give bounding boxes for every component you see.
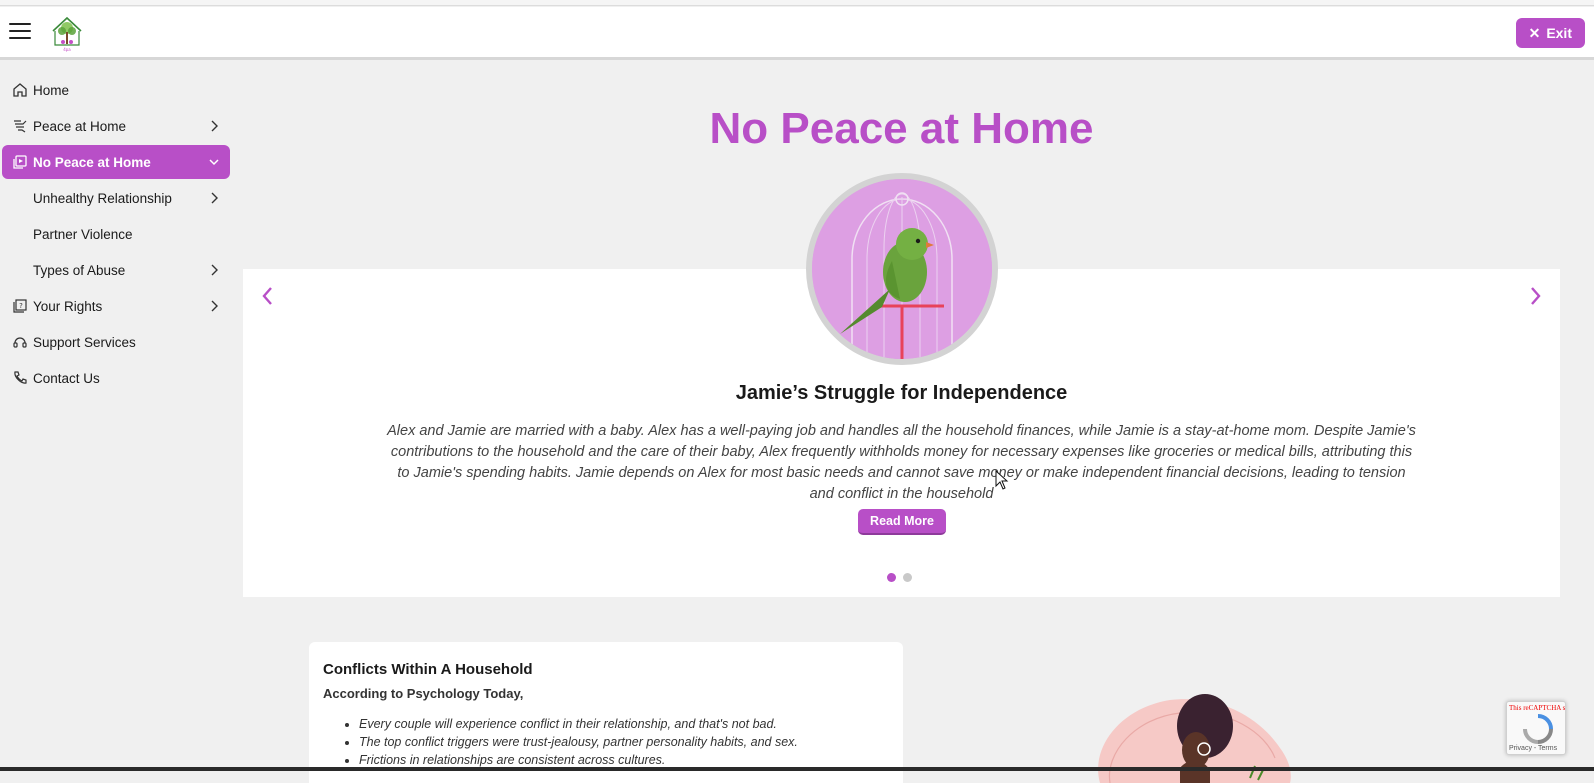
sidebar-item-unhealthy-relationship[interactable]: Unhealthy Relationship: [2, 181, 230, 215]
sidebar-item-label: Contact Us: [33, 370, 100, 386]
top-header: 4pa ✕ Exit: [0, 7, 1594, 60]
house-tree-logo[interactable]: 4pa: [50, 15, 84, 53]
svg-text:?: ?: [19, 302, 23, 310]
sidebar-item-types-of-abuse[interactable]: Types of Abuse: [2, 253, 230, 287]
hamburger-menu-icon[interactable]: [9, 23, 31, 41]
sidebar-item-your-rights[interactable]: ? Your Rights: [2, 289, 230, 323]
carousel-dot-1[interactable]: [887, 573, 896, 582]
sidebar-item-label: Your Rights: [33, 298, 103, 314]
chevron-right-icon[interactable]: [1526, 283, 1546, 309]
sidebar-item-label: Peace at Home: [33, 118, 127, 134]
list-item: The top conflict triggers were trust-jea…: [359, 733, 889, 751]
sidebar-item-label: Partner Violence: [33, 226, 133, 242]
slide-title: Jamie’s Struggle for Independence: [735, 382, 1068, 404]
sidebar-item-peace-at-home[interactable]: Peace at Home: [2, 109, 230, 143]
info-card: Conflicts Within A Household According t…: [309, 642, 903, 783]
card-title: Conflicts Within A Household: [323, 661, 533, 678]
sidebar: Home Peace at Home No Peace at Home Unhe…: [0, 73, 232, 397]
chevron-right-icon: [211, 120, 218, 132]
sidebar-item-no-peace-at-home[interactable]: No Peace at Home: [2, 145, 230, 179]
chevron-right-icon: [211, 264, 218, 276]
phone-icon: [14, 371, 27, 384]
slide-body: Alex and Jamie are married with a baby. …: [387, 423, 1416, 502]
close-icon: ✕: [1528, 24, 1541, 41]
carousel-dot-2[interactable]: [903, 573, 912, 582]
bottom-edge-bar: [0, 767, 1594, 771]
sidebar-item-label: Support Services: [33, 334, 136, 350]
recaptcha-badge[interactable]: This reCAPTCHA site ... ou a Privacy - T…: [1506, 701, 1566, 755]
chevron-left-icon[interactable]: [257, 283, 277, 309]
browser-top-strip: [0, 0, 1594, 6]
sidebar-item-support-services[interactable]: Support Services: [2, 325, 230, 359]
card-bullet-list: Every couple will experience conflict in…: [323, 715, 889, 769]
sidebar-item-home[interactable]: Home: [2, 73, 230, 107]
recaptcha-terms-link[interactable]: Privacy - Terms: [1509, 745, 1557, 752]
page-title: No Peace at Home: [709, 104, 1094, 153]
sidebar-item-label: No Peace at Home: [33, 154, 151, 170]
read-more-button[interactable]: Read More: [858, 509, 946, 535]
sidebar-item-label: Unhealthy Relationship: [33, 190, 172, 206]
chevron-down-icon: [209, 159, 219, 166]
carousel-pagination: [887, 573, 912, 582]
law-book-icon: ?: [13, 299, 27, 313]
caged-bird-illustration: [806, 173, 998, 365]
bird-cage-image: [812, 179, 992, 359]
sidebar-item-contact-us[interactable]: Contact Us: [2, 361, 230, 395]
sidebar-item-label: Types of Abuse: [33, 262, 126, 278]
svg-text:4pa: 4pa: [63, 47, 71, 52]
recaptcha-icon: [1523, 714, 1553, 744]
card-subtitle: According to Psychology Today,: [323, 686, 524, 701]
chevron-right-icon: [211, 192, 218, 204]
mouse-pointer-icon: [995, 470, 1009, 490]
recaptcha-error-text: This reCAPTCHA site ... ou a: [1509, 704, 1566, 712]
list-item: Every couple will experience conflict in…: [359, 715, 889, 733]
chevron-right-icon: [211, 300, 218, 312]
sidebar-item-label: Home: [33, 82, 70, 98]
headset-icon: [13, 337, 27, 348]
exit-label: Exit: [1546, 25, 1572, 41]
media-icon: [13, 155, 27, 169]
exit-button[interactable]: ✕ Exit: [1515, 18, 1585, 48]
sidebar-item-partner-violence[interactable]: Partner Violence: [2, 217, 230, 251]
home-icon: [13, 83, 27, 97]
dove-icon: [14, 120, 27, 133]
